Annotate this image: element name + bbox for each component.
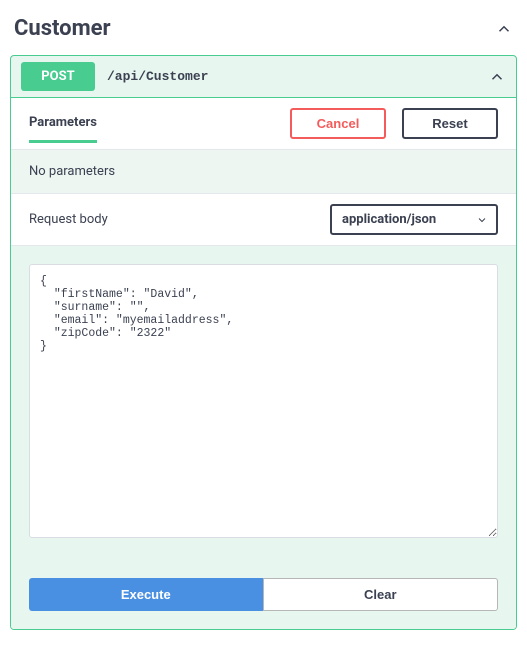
reset-button[interactable]: Reset — [402, 108, 498, 139]
content-type-value: application/json — [342, 212, 436, 227]
request-body-textarea[interactable] — [29, 264, 498, 538]
execute-button[interactable]: Execute — [29, 578, 263, 611]
header-buttons: Cancel Reset — [290, 108, 498, 139]
http-method-badge: POST — [21, 62, 95, 91]
chevron-up-icon — [495, 20, 513, 38]
request-body-editor-area — [11, 246, 516, 560]
operation-block: POST /api/Customer Parameters Cancel Res… — [10, 55, 517, 630]
action-buttons: Execute Clear — [11, 560, 516, 629]
operation-summary[interactable]: POST /api/Customer — [11, 56, 516, 97]
chevron-up-icon — [488, 68, 506, 86]
request-body-label: Request body — [29, 212, 108, 227]
request-body-header: Request body application/json — [11, 194, 516, 246]
operation-path: /api/Customer — [107, 69, 476, 84]
section-title: Customer — [14, 16, 111, 41]
no-parameters-message: No parameters — [11, 150, 516, 194]
operation-content: Parameters Cancel Reset No parameters Re… — [11, 97, 516, 629]
tab-parameters[interactable]: Parameters — [29, 115, 97, 143]
section-header[interactable]: Customer — [10, 10, 517, 55]
chevron-down-icon — [476, 214, 488, 226]
cancel-button[interactable]: Cancel — [290, 108, 386, 139]
content-type-select[interactable]: application/json — [330, 204, 498, 235]
clear-button[interactable]: Clear — [263, 578, 499, 611]
parameters-header: Parameters Cancel Reset — [11, 98, 516, 150]
